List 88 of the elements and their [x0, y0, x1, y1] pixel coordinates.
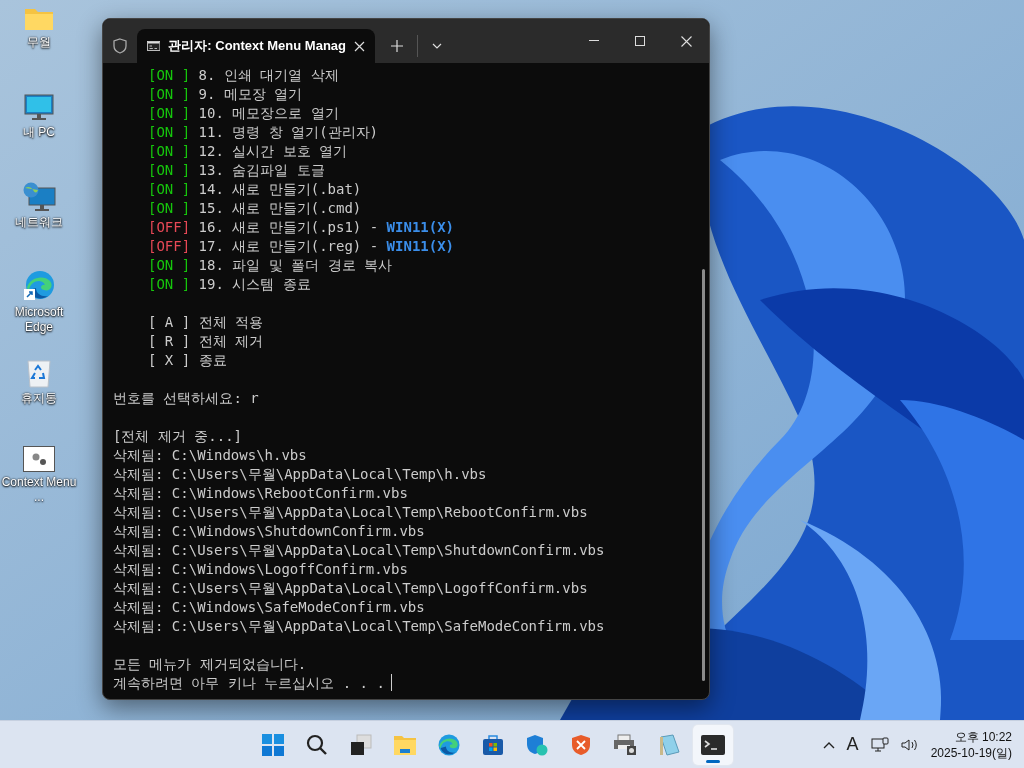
menu-item-text: 11. 명령 창 열기(관리자) — [197, 124, 378, 140]
edge-icon[interactable] — [23, 270, 55, 302]
menu-item-text: 18. 파일 및 폴더 경로 복사 — [197, 257, 392, 273]
prompt-text: 번호를 선택하세요: — [113, 390, 243, 406]
gears-icon[interactable] — [23, 446, 55, 472]
console-text: 삭제됨: C:\Windows\h.vbs — [113, 446, 308, 465]
console-text: 삭제됨: C:\Users\무월\AppData\Local\Temp\LogoffConfirm.vbs — [113, 579, 589, 598]
console-text: 삭제됨: C:\Windows\ShutdownConfirm.vbs — [113, 522, 426, 541]
menu-item-text: 17. 새로 만들기(.reg) - — [197, 238, 379, 254]
notepad-icon — [658, 733, 680, 756]
status-label: [ON ] — [148, 200, 191, 216]
minimize-icon — [589, 40, 599, 42]
plus-icon — [391, 40, 403, 52]
recycle-bin-icon[interactable] — [26, 358, 52, 388]
status-label: [ON ] — [148, 124, 191, 140]
speaker-icon[interactable] — [900, 737, 919, 752]
console-text: 삭제됨: C:\Windows\RebootConfirm.vbs — [113, 484, 409, 503]
desktop-icon-label[interactable]: Microsoft Edge — [0, 305, 78, 335]
status-label: [OFF] — [148, 219, 191, 235]
clock-date[interactable]: 2025-10-19(일) — [930, 744, 1012, 761]
console-text: 모든 메뉴가 제거되었습니다. — [113, 655, 308, 674]
search-icon — [306, 733, 328, 756]
text-cursor — [390, 674, 392, 691]
console-text: 계속하려면 아무 키나 누르십시오 . . . — [113, 675, 385, 691]
new-tab-button[interactable] — [391, 40, 403, 52]
status-label: [ON ] — [148, 276, 191, 292]
printer-icon — [613, 733, 637, 756]
menu-item-text: 19. 시스템 종료 — [197, 276, 311, 292]
note-text: WIN11(X) — [385, 219, 455, 235]
shield-icon — [570, 733, 592, 756]
shield-icon — [526, 733, 548, 756]
menu-item-text: 10. 메모장으로 열기 — [197, 105, 339, 121]
clock-time[interactable]: 오후 10:22 — [954, 728, 1012, 745]
console-text: 삭제됨: C:\Windows\SafeModeConfirm.vbs — [113, 598, 426, 617]
close-tab-button[interactable] — [354, 40, 365, 52]
network-monitor-icon[interactable] — [22, 182, 56, 212]
desktop-icon-label[interactable]: 내 PC — [23, 125, 55, 140]
maximize-icon — [635, 36, 645, 46]
option-text: [ R ] 전체 제거 — [147, 332, 264, 351]
terminal-icon — [701, 734, 725, 755]
edge-icon — [437, 732, 461, 757]
shield-icon[interactable] — [113, 38, 127, 54]
terminal-icon — [147, 40, 161, 52]
menu-item-text: 13. 숨김파일 토글 — [197, 162, 325, 178]
console-text: 삭제됨: C:\Users\무월\AppData\Local\Temp\ShutdownConfirm.vbs — [113, 541, 606, 560]
overlapping-windows-icon — [350, 733, 372, 756]
menu-item-text: 15. 새로 만들기(.cmd) — [197, 200, 362, 216]
console-text: 삭제됨: C:\Users\무월\AppData\Local\Temp\RebootConfirm.vbs — [113, 503, 589, 522]
chevron-down-icon — [432, 43, 442, 49]
tab-title: 관리자: Context Menu Manag — [168, 37, 346, 56]
option-text: [ X ] 종료 — [147, 351, 228, 370]
status-label: [ON ] — [148, 143, 191, 159]
terminal-tab[interactable]: 관리자: Context Menu Manag — [137, 29, 375, 63]
menu-item-text: 14. 새로 만들기(.bat) — [197, 181, 362, 197]
status-label: [ON ] — [148, 105, 191, 121]
status-label: [ON ] — [148, 67, 191, 83]
console-text: 삭제됨: C:\Windows\LogoffConfirm.vbs — [113, 560, 409, 579]
network-icon[interactable] — [870, 736, 889, 753]
status-label: [ON ] — [148, 86, 191, 102]
monitor-icon[interactable] — [24, 94, 54, 122]
menu-item-text: 16. 새로 만들기(.ps1) - — [197, 219, 379, 235]
windows-logo-icon — [262, 733, 284, 756]
status-label: [ON ] — [148, 181, 191, 197]
menu-item-text: 9. 메모장 열기 — [197, 86, 303, 102]
input-text: r — [250, 390, 259, 406]
dropdown-button[interactable] — [432, 43, 442, 49]
close-icon — [354, 40, 365, 52]
folder-icon — [393, 733, 417, 756]
status-label: [OFF] — [148, 238, 191, 254]
status-label: [ON ] — [148, 257, 191, 273]
console-text: [전체 제거 중...] — [113, 427, 243, 446]
close-icon — [680, 35, 692, 47]
input-indicator[interactable]: A — [846, 731, 859, 758]
desktop-icon-label[interactable]: 네트워크 — [15, 215, 63, 230]
desktop-icon-label[interactable]: 휴지통 — [21, 391, 57, 406]
console-text: 삭제됨: C:\Users\무월\AppData\Local\Temp\SafeModeConfirm.vbs — [113, 617, 606, 636]
menu-item-text: 8. 인쇄 대기열 삭제 — [197, 67, 339, 83]
desktop-icon-label[interactable]: Context Menu ... — [0, 475, 78, 505]
scrollbar[interactable] — [702, 269, 705, 681]
status-label: [ON ] — [148, 162, 191, 178]
console-text: 삭제됨: C:\Users\무월\AppData\Local\Temp\h.vbs — [113, 465, 488, 484]
store-bag-icon — [482, 733, 504, 756]
chevron-up-icon[interactable] — [822, 740, 835, 749]
desktop-icon-label[interactable]: 무월 — [27, 35, 51, 50]
note-text: WIN11(X) — [385, 238, 455, 254]
option-text: [ A ] 전체 적용 — [147, 313, 264, 332]
taskbar-button[interactable] — [693, 724, 733, 765]
menu-item-text: 12. 실시간 보호 열기 — [197, 143, 348, 159]
